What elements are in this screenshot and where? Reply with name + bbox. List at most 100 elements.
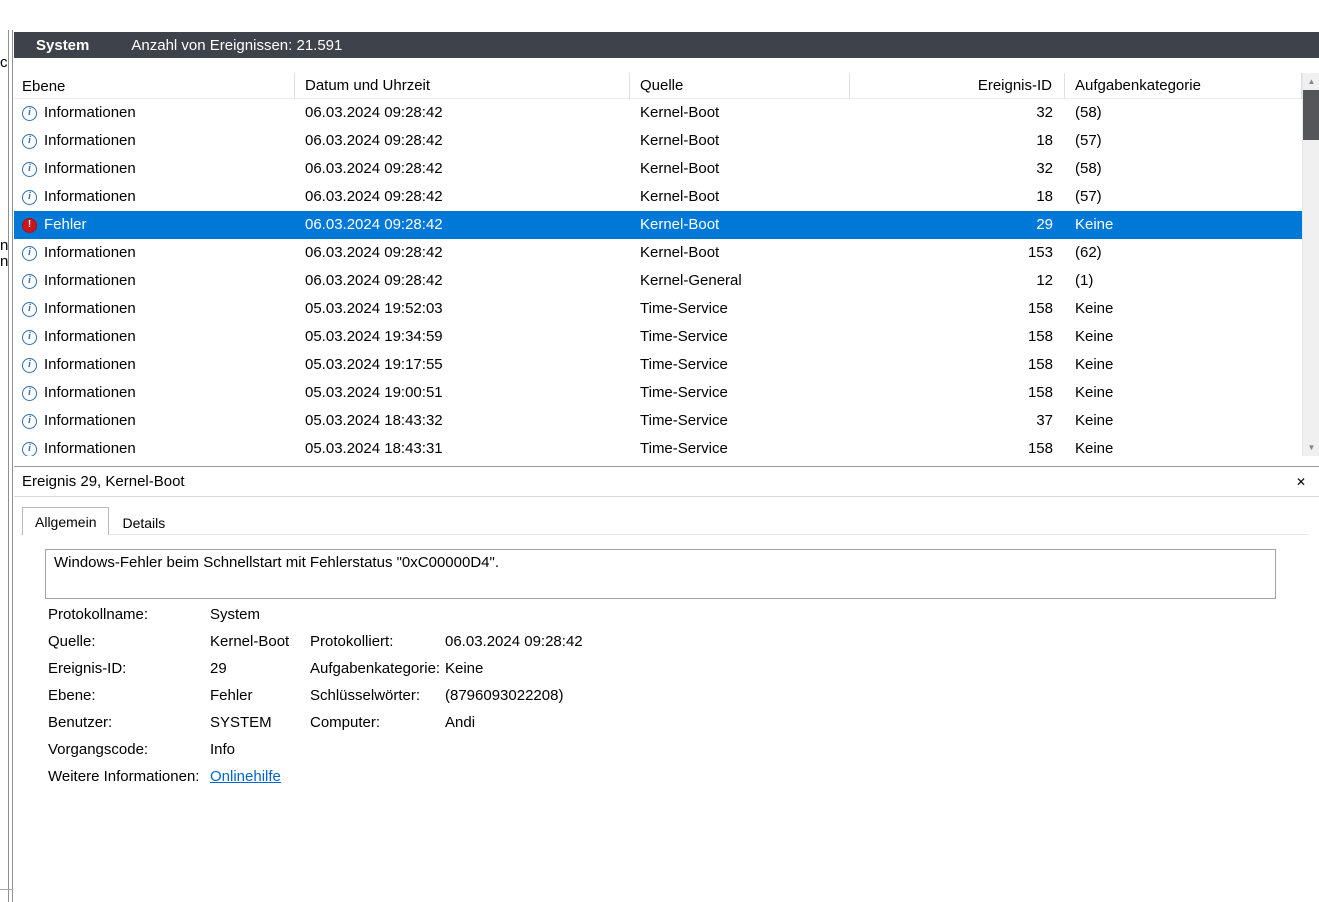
event-row[interactable]: Informationen 06.03.2024 09:28:42 Kernel… [14, 127, 1302, 155]
event-row[interactable]: Informationen 05.03.2024 19:34:59 Time-S… [14, 323, 1302, 351]
event-id-cell: 29 [850, 211, 1065, 239]
event-rows: Informationen 06.03.2024 09:28:42 Kernel… [14, 99, 1302, 456]
field-label: Weitere Informationen: [48, 763, 210, 790]
category-cell: (57) [1065, 183, 1302, 211]
column-header-aufgabenkategorie[interactable]: Aufgabenkategorie [1065, 73, 1302, 99]
event-count: Anzahl von Ereignissen: 21.591 [131, 37, 342, 54]
field-value: Fehler [210, 682, 253, 709]
event-row[interactable]: Fehler 06.03.2024 09:28:42 Kernel-Boot 2… [14, 211, 1302, 239]
field-label: Ebene: [48, 682, 210, 709]
field-value: 29 [210, 655, 227, 682]
field-value: Keine [445, 655, 483, 682]
column-header-ebene[interactable]: Ebene [14, 73, 295, 99]
category-cell: Keine [1065, 323, 1302, 351]
event-id-cell: 158 [850, 435, 1065, 456]
source-cell: Time-Service [630, 351, 850, 379]
column-header-datum[interactable]: Datum und Uhrzeit [295, 73, 630, 99]
field-value: (8796093022208) [445, 682, 563, 709]
column-header-ereignis-id[interactable]: Ereignis-ID [850, 73, 1065, 99]
pane-splitter[interactable] [8, 30, 9, 902]
datetime-cell: 05.03.2024 18:43:31 [295, 435, 630, 456]
datetime-cell: 05.03.2024 19:00:51 [295, 379, 630, 407]
source-cell: Time-Service [630, 295, 850, 323]
tab-page-border [20, 534, 1309, 535]
level-text: Informationen [44, 323, 136, 351]
table-header: Ebene Datum und Uhrzeit Quelle Ereignis-… [14, 73, 1302, 99]
event-row[interactable]: Informationen 05.03.2024 18:43:31 Time-S… [14, 435, 1302, 456]
source-cell: Time-Service [630, 435, 850, 456]
category-cell: (58) [1065, 155, 1302, 183]
field-label: Quelle: [48, 628, 210, 655]
source-cell: Time-Service [630, 379, 850, 407]
info-icon [22, 246, 37, 261]
datetime-cell: 06.03.2024 09:28:42 [295, 183, 630, 211]
datetime-cell: 06.03.2024 09:28:42 [295, 127, 630, 155]
category-cell: (57) [1065, 127, 1302, 155]
datetime-cell: 06.03.2024 09:28:42 [295, 211, 630, 239]
level-text: Informationen [44, 295, 136, 323]
field-label: Computer: [310, 709, 445, 736]
close-icon[interactable]: ✕ [1293, 474, 1309, 490]
event-row[interactable]: Informationen 06.03.2024 09:28:42 Kernel… [14, 155, 1302, 183]
event-id-cell: 37 [850, 407, 1065, 435]
event-row[interactable]: Informationen 05.03.2024 19:00:51 Time-S… [14, 379, 1302, 407]
tab-details[interactable]: Details [111, 511, 176, 535]
source-cell: Time-Service [630, 407, 850, 435]
source-cell: Kernel-Boot [630, 183, 850, 211]
scroll-up-icon[interactable]: ▲ [1303, 73, 1319, 90]
column-header-quelle[interactable]: Quelle [630, 73, 850, 99]
left-panel-fragment: ch [0, 54, 8, 72]
event-id-cell: 18 [850, 127, 1065, 155]
source-cell: Kernel-Boot [630, 155, 850, 183]
event-row[interactable]: Informationen 06.03.2024 09:28:42 Kernel… [14, 267, 1302, 295]
category-cell: (1) [1065, 267, 1302, 295]
event-id-cell: 32 [850, 99, 1065, 127]
event-id-cell: 12 [850, 267, 1065, 295]
source-cell: Kernel-Boot [630, 127, 850, 155]
level-cell: Informationen [14, 379, 295, 407]
field-label: Protokolliert: [310, 628, 445, 655]
field-label: Schlüsselwörter: [310, 682, 445, 709]
info-icon [22, 274, 37, 289]
event-id-cell: 158 [850, 379, 1065, 407]
event-row[interactable]: Informationen 05.03.2024 19:52:03 Time-S… [14, 295, 1302, 323]
level-cell: Informationen [14, 239, 295, 267]
level-text: Informationen [44, 379, 136, 407]
event-id-cell: 158 [850, 351, 1065, 379]
detail-fields-left: Protokollname: System Quelle: Kernel-Boo… [48, 601, 289, 790]
event-message[interactable]: Windows-Fehler beim Schnellstart mit Feh… [45, 549, 1276, 599]
field-value: Kernel-Boot [210, 628, 289, 655]
event-id-cell: 18 [850, 183, 1065, 211]
info-icon [22, 162, 37, 177]
event-id-cell: 158 [850, 295, 1065, 323]
source-cell: Kernel-Boot [630, 99, 850, 127]
field-value: 06.03.2024 09:28:42 [445, 628, 583, 655]
scroll-down-icon[interactable]: ▼ [1303, 439, 1319, 456]
event-row[interactable]: Informationen 05.03.2024 19:17:55 Time-S… [14, 351, 1302, 379]
field-label: Ereignis-ID: [48, 655, 210, 682]
scrollbar-thumb[interactable] [1303, 90, 1319, 140]
category-cell: Keine [1065, 407, 1302, 435]
event-row[interactable]: Informationen 05.03.2024 18:43:32 Time-S… [14, 407, 1302, 435]
event-row[interactable]: Informationen 06.03.2024 09:28:42 Kernel… [14, 183, 1302, 211]
info-icon [22, 330, 37, 345]
event-viewer-results-pane: ch n ns System Anzahl von Ereignissen: 2… [0, 0, 1319, 902]
level-text: Informationen [44, 435, 136, 456]
event-row[interactable]: Informationen 06.03.2024 09:28:42 Kernel… [14, 99, 1302, 127]
source-cell: Kernel-Boot [630, 211, 850, 239]
event-row[interactable]: Informationen 06.03.2024 09:28:42 Kernel… [14, 239, 1302, 267]
datetime-cell: 06.03.2024 09:28:42 [295, 267, 630, 295]
pane-splitter[interactable] [12, 30, 13, 902]
level-cell: Informationen [14, 435, 295, 456]
field-value: Andi [445, 709, 475, 736]
level-text: Informationen [44, 127, 136, 155]
event-id-cell: 32 [850, 155, 1065, 183]
vertical-scrollbar[interactable]: ▲ ▼ [1302, 73, 1319, 456]
detail-fields-right: Protokolliert: 06.03.2024 09:28:42 Aufga… [310, 628, 583, 736]
online-help-link[interactable]: Onlinehilfe [210, 763, 281, 790]
tab-allgemein[interactable]: Allgemein [22, 507, 109, 535]
event-detail-pane: Ereignis 29, Kernel-Boot ✕ Allgemein Det… [14, 466, 1319, 902]
info-icon [22, 302, 37, 317]
list-title-bar: System Anzahl von Ereignissen: 21.591 [14, 32, 1319, 58]
category-cell: Keine [1065, 295, 1302, 323]
